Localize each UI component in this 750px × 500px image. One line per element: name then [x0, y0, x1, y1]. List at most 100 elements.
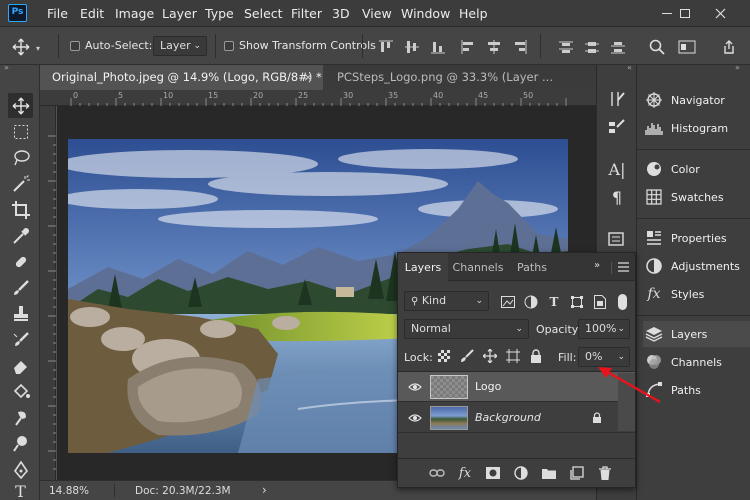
filter-smart-object-icon[interactable]	[591, 293, 609, 311]
collapse-icon[interactable]: «	[627, 63, 632, 72]
lock-all-icon[interactable]	[528, 348, 544, 364]
filter-shape-icon[interactable]	[568, 293, 586, 311]
filter-pixel-icon[interactable]	[499, 293, 517, 311]
panel-color[interactable]: Color	[643, 156, 749, 182]
collapse-icon[interactable]: »	[735, 63, 740, 72]
menu-window[interactable]: Window	[401, 6, 450, 21]
paint-bucket-tool-icon[interactable]	[8, 379, 33, 404]
brush-settings-icon[interactable]	[605, 87, 629, 111]
opacity-field[interactable]: 100% ⌄	[578, 319, 630, 339]
paragraph-icon[interactable]: ¶	[605, 185, 629, 209]
brush-tool-icon[interactable]	[8, 275, 33, 300]
workspace-icon[interactable]	[676, 36, 698, 58]
maximize-icon[interactable]	[668, 0, 702, 27]
panel-histogram[interactable]: Histogram	[643, 115, 749, 141]
pen-tool-icon[interactable]	[8, 457, 33, 482]
zoom-level[interactable]: 14.88%	[49, 485, 89, 497]
marquee-tool-icon[interactable]	[8, 119, 33, 144]
distribute-center-icon[interactable]	[582, 37, 602, 57]
visibility-eye-icon[interactable]	[407, 411, 423, 425]
layer-style-icon[interactable]: fx	[456, 465, 474, 481]
eraser-tool-icon[interactable]	[8, 353, 33, 378]
panel-menu-icon[interactable]	[618, 262, 629, 275]
panel-properties[interactable]: Properties	[643, 225, 749, 251]
tab-paths[interactable]: Paths	[508, 253, 556, 281]
panel-navigator[interactable]: Navigator	[643, 87, 749, 113]
menu-edit[interactable]: Edit	[80, 6, 104, 21]
menu-image[interactable]: Image	[115, 6, 154, 21]
lock-transparent-icon[interactable]	[436, 348, 452, 364]
lasso-tool-icon[interactable]	[8, 145, 33, 170]
crop-tool-icon[interactable]	[8, 197, 33, 222]
healing-brush-tool-icon[interactable]	[8, 249, 33, 274]
show-transform-checkbox[interactable]	[224, 41, 234, 51]
tab-pcsteps-logo[interactable]: PCSteps_Logo.png @ 33.3% (Layer ...	[325, 65, 596, 90]
menu-filter[interactable]: Filter	[291, 6, 322, 21]
character-icon[interactable]: A|	[605, 157, 629, 181]
add-mask-icon[interactable]	[484, 465, 502, 481]
auto-select-checkbox[interactable]	[70, 41, 80, 51]
smudge-tool-icon[interactable]	[8, 405, 33, 430]
close-icon[interactable]: ×	[303, 65, 313, 90]
auto-select-target-dropdown[interactable]: Layer ⌄	[153, 36, 207, 56]
align-horizontal-center-icon[interactable]	[484, 37, 504, 57]
panel-label: Color	[671, 162, 700, 176]
new-adjustment-icon[interactable]	[512, 465, 530, 481]
align-top-icon[interactable]	[376, 37, 396, 57]
dodge-tool-icon[interactable]	[8, 431, 33, 456]
visibility-eye-icon[interactable]	[407, 380, 423, 394]
type-tool-icon[interactable]: T	[8, 483, 33, 500]
menu-type[interactable]: Type	[205, 6, 234, 21]
clone-stamp-tool-icon[interactable]	[8, 301, 33, 326]
panel-swatches[interactable]: Swatches	[643, 184, 749, 210]
menu-3d[interactable]: 3D	[332, 6, 350, 21]
expand-icon[interactable]: »	[594, 260, 600, 271]
align-vertical-center-icon[interactable]	[402, 37, 422, 57]
align-right-icon[interactable]	[510, 37, 530, 57]
menu-help[interactable]: Help	[459, 6, 488, 21]
panel-adjustments[interactable]: Adjustments	[643, 253, 749, 279]
align-left-icon[interactable]	[458, 37, 478, 57]
distribute-bottom-icon[interactable]	[608, 37, 628, 57]
lock-position-icon[interactable]	[482, 348, 498, 364]
close-window-icon[interactable]	[703, 0, 737, 27]
new-group-icon[interactable]	[540, 465, 558, 481]
filter-type-icon[interactable]: T	[545, 293, 563, 311]
tab-channels[interactable]: Channels	[448, 253, 508, 281]
align-bottom-icon[interactable]	[428, 37, 448, 57]
new-layer-icon[interactable]	[568, 465, 586, 481]
search-icon[interactable]	[646, 36, 668, 58]
magic-wand-tool-icon[interactable]	[8, 171, 33, 196]
brush-presets-icon[interactable]	[605, 115, 629, 139]
eyedropper-tool-icon[interactable]	[8, 223, 33, 248]
tab-original-photo[interactable]: Original_Photo.jpeg @ 14.9% (Logo, RGB/8…	[40, 65, 323, 90]
move-tool-icon[interactable]	[10, 36, 32, 58]
move-tool-icon[interactable]	[8, 93, 33, 118]
lock-artboard-icon[interactable]	[505, 348, 521, 364]
blend-mode-dropdown[interactable]: Normal ⌄	[404, 319, 529, 339]
share-icon[interactable]	[718, 36, 740, 58]
panel-styles[interactable]: fx Styles	[643, 281, 749, 307]
menu-file[interactable]: File	[47, 6, 68, 21]
status-menu-arrow[interactable]: ›	[262, 483, 267, 497]
layer-name[interactable]: Logo	[475, 380, 501, 393]
delete-layer-icon[interactable]	[596, 465, 614, 481]
history-brush-tool-icon[interactable]	[8, 327, 33, 352]
layer-name[interactable]: Background	[475, 411, 541, 424]
tool-preset-chevron-icon[interactable]: ▾	[36, 44, 40, 53]
menu-layer[interactable]: Layer	[162, 6, 197, 21]
panel-layers[interactable]: Layers	[643, 321, 750, 347]
filter-adjustment-icon[interactable]	[522, 293, 540, 311]
layer-filter-dropdown[interactable]: ⚲ Kind ⌄	[404, 291, 489, 311]
panel-label: Styles	[671, 287, 705, 301]
distribute-top-icon[interactable]	[556, 37, 576, 57]
collapse-icon[interactable]: »	[4, 63, 9, 72]
menu-select[interactable]: Select	[244, 6, 283, 21]
chevron-down-icon: ⌄	[475, 296, 483, 306]
filter-toggle[interactable]	[618, 294, 627, 310]
lock-pixels-icon[interactable]	[459, 348, 475, 364]
menu-view[interactable]: View	[362, 6, 392, 21]
tab-layers[interactable]: Layers	[398, 253, 448, 282]
link-layers-icon[interactable]	[428, 465, 446, 481]
history-icon[interactable]	[605, 227, 629, 251]
